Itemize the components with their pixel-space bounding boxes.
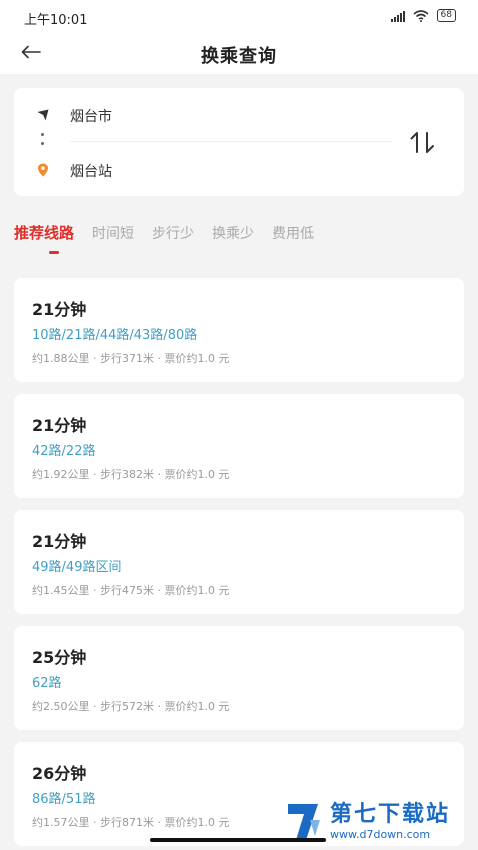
route-connector-dots [41,133,44,145]
battery-indicator: 68 [436,9,456,22]
route-duration: 21分钟 [32,532,87,551]
route-details: 约1.57公里 · 步行871米 · 票价约1.0 元 [32,816,230,829]
route-details: 约1.45公里 · 步行475米 · 票价约1.0 元 [32,584,230,597]
active-tab-indicator [49,251,59,254]
destination-field[interactable]: 烟台站 [70,161,112,181]
tab-less-walking[interactable]: 步行少 [152,222,194,262]
tab-lowest-cost[interactable]: 费用低 [272,222,314,262]
route-details: 约1.92公里 · 步行382米 · 票价约1.0 元 [32,468,230,481]
swap-button[interactable] [408,130,438,156]
route-result-card[interactable]: 21分钟 49路/49路区间 约1.45公里 · 步行475米 · 票价约1.0… [14,510,464,614]
route-input-card: 烟台市 烟台站 [14,88,464,196]
route-details: 约2.50公里 · 步行572米 · 票价约1.0 元 [32,700,230,713]
location-arrow-icon [36,108,50,122]
route-result-card[interactable]: 21分钟 42路/22路 约1.92公里 · 步行382米 · 票价约1.0 元 [14,394,464,498]
watermark-logo [288,804,320,840]
origin-field[interactable]: 烟台市 [70,106,112,126]
page-header: 换乘查询 [0,32,478,74]
home-indicator[interactable] [150,838,326,842]
swap-icon [410,132,434,153]
route-result-card[interactable]: 21分钟 10路/21路/44路/43路/80路 约1.88公里 · 步行371… [14,278,464,382]
page-title: 换乘查询 [201,46,277,67]
route-divider [70,141,392,142]
route-duration: 21分钟 [32,416,87,435]
tab-recommended[interactable]: 推荐线路 [14,222,74,262]
status-bar: 上午10:01 68 [0,0,478,32]
watermark-url: www.d7down.com [330,827,431,841]
watermark-title: 第七下载站 [330,801,451,827]
route-duration: 21分钟 [32,300,87,319]
tab-fewer-transfers[interactable]: 换乘少 [212,222,254,262]
sort-tabs: 推荐线路 时间短 步行少 换乘少 费用低 [14,222,314,262]
signal-icon [390,10,405,22]
watermark: 第七下载站 www.d7down.com [284,800,450,842]
route-duration: 26分钟 [32,764,87,783]
tab-shortest-time[interactable]: 时间短 [92,222,134,262]
route-bus-lines: 10路/21路/44路/43路/80路 [32,328,198,343]
route-bus-lines: 42路/22路 [32,444,96,459]
status-icons: 68 [390,9,456,22]
route-duration: 25分钟 [32,648,87,667]
destination-pin-icon [36,163,50,177]
route-bus-lines: 62路 [32,676,62,691]
route-details: 约1.88公里 · 步行371米 · 票价约1.0 元 [32,352,230,365]
route-bus-lines: 86路/51路 [32,792,96,807]
route-bus-lines: 49路/49路区间 [32,560,122,575]
wifi-icon [413,9,429,22]
route-result-card[interactable]: 25分钟 62路 约2.50公里 · 步行572米 · 票价约1.0 元 [14,626,464,730]
status-time: 上午10:01 [24,13,88,28]
